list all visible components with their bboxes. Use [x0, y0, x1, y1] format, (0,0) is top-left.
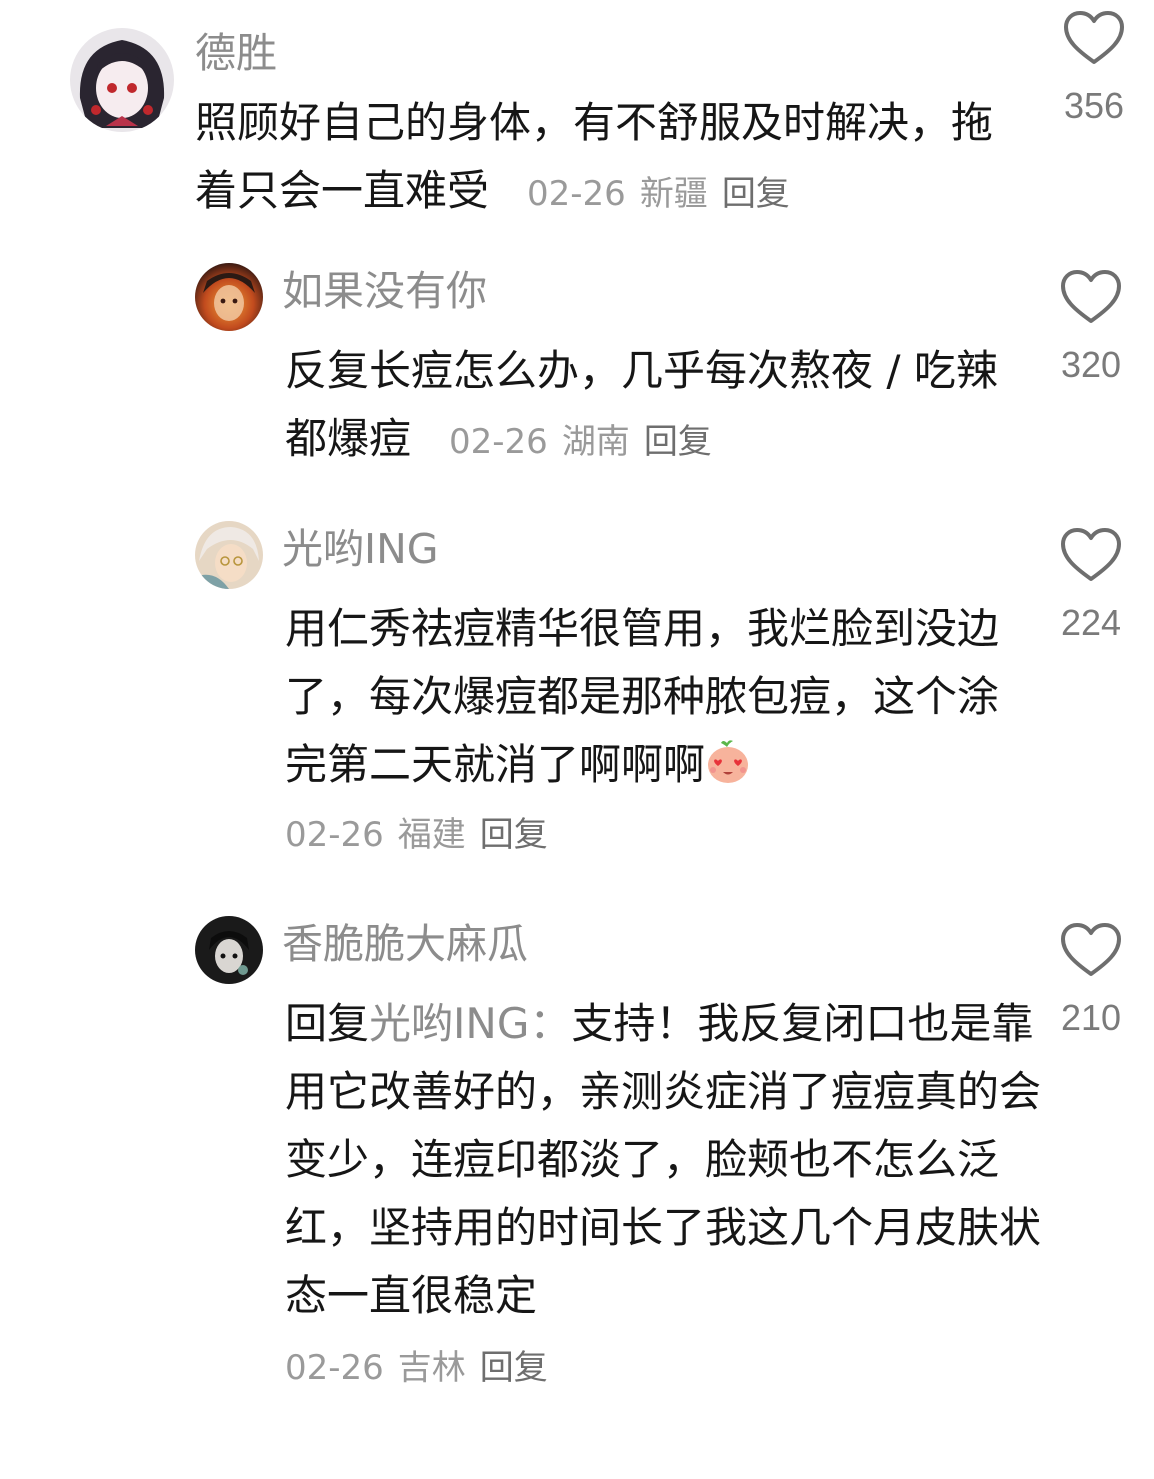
comment-text: 照顾好自己的身体，有不舒服及时解决，拖着只会一直难受 02-26 新疆 回复: [195, 89, 995, 228]
heart-icon: [1061, 528, 1121, 581]
heart-icon: [1061, 923, 1121, 976]
mention-link[interactable]: 光哟ING: [369, 999, 529, 1048]
avatar[interactable]: [195, 521, 263, 589]
comment-item: 如果没有你 反复长痘怎么办，几乎每次熬夜 / 吃辣都爆痘 02-26 湖南 回复 32…: [0, 255, 1154, 495]
comment-username[interactable]: 如果没有你: [282, 265, 487, 317]
comment-meta: 02-26 福建 回复: [285, 809, 548, 861]
comment-content: 用仁秀祛痘精华很管用，我烂脸到没边了，每次爆痘都是那种脓包痘，这个涂完第二天就消…: [285, 604, 1000, 789]
like-count: 320: [1060, 344, 1122, 385]
avatar-image: [70, 28, 174, 132]
like-count: 224: [1060, 602, 1122, 643]
comment-text: 回复光哟ING：支持！我反复闭口也是靠用它改善好的，亲测炎症消了痘痘真的会变少，…: [285, 990, 1045, 1330]
avatar[interactable]: [195, 916, 263, 984]
like-button[interactable]: 320: [1041, 269, 1141, 387]
comment-location: 福建: [397, 815, 466, 855]
reply-button[interactable]: 回复: [722, 174, 790, 214]
comment-location: 吉林: [397, 1348, 466, 1388]
reply-button[interactable]: 回复: [480, 1348, 548, 1388]
comment-meta: 02-26 新疆 回复: [527, 174, 790, 214]
comment-meta: 02-26 吉林 回复: [285, 1342, 548, 1394]
avatar-image: [195, 521, 263, 589]
reply-prefix: 回复: [285, 999, 370, 1048]
comment-date: 02-26: [285, 815, 384, 855]
avatar[interactable]: [195, 263, 263, 331]
comment-username[interactable]: 香脆脆大麻瓜: [282, 918, 528, 970]
reply-button[interactable]: 回复: [480, 815, 548, 855]
comment-date: 02-26: [285, 1348, 384, 1388]
comment-item: 光哟ING 用仁秀祛痘精华很管用，我烂脸到没边了，每次爆痘都是那种脓包痘，这个涂…: [0, 515, 1154, 875]
comment-username[interactable]: 德胜: [195, 27, 277, 79]
comment-meta: 02-26 湖南 回复: [449, 422, 712, 462]
comment-username[interactable]: 光哟ING: [282, 523, 439, 575]
comment-item: 香脆脆大麻瓜 回复光哟ING：支持！我反复闭口也是靠用它改善好的，亲测炎症消了痘…: [0, 910, 1154, 1410]
like-button[interactable]: 224: [1041, 527, 1141, 645]
comment-location: 新疆: [639, 174, 708, 214]
comment-text: 用仁秀祛痘精华很管用，我烂脸到没边了，每次爆痘都是那种脓包痘，这个涂完第二天就消…: [285, 595, 1015, 799]
comment-item: 德胜 照顾好自己的身体，有不舒服及时解决，拖着只会一直难受 02-26 新疆 回复 3…: [0, 0, 1154, 240]
mention-separator: ：: [529, 999, 572, 1048]
comment-text: 反复长痘怎么办，几乎每次熬夜 / 吃辣都爆痘 02-26 湖南 回复: [285, 337, 1015, 476]
comment-date: 02-26: [527, 174, 626, 214]
heart-eyes-face-emoji: [708, 740, 749, 783]
avatar-image: [195, 916, 263, 984]
comment-location: 湖南: [561, 422, 630, 462]
avatar[interactable]: [70, 28, 174, 132]
like-button[interactable]: 210: [1041, 922, 1141, 1040]
comment-date: 02-26: [449, 422, 548, 462]
reply-button[interactable]: 回复: [644, 422, 712, 462]
avatar-image: [195, 263, 263, 331]
heart-icon: [1064, 11, 1124, 64]
like-count: 210: [1060, 997, 1122, 1038]
heart-icon: [1061, 270, 1121, 323]
like-count: 356: [1063, 85, 1125, 126]
like-button[interactable]: 356: [1044, 10, 1144, 128]
